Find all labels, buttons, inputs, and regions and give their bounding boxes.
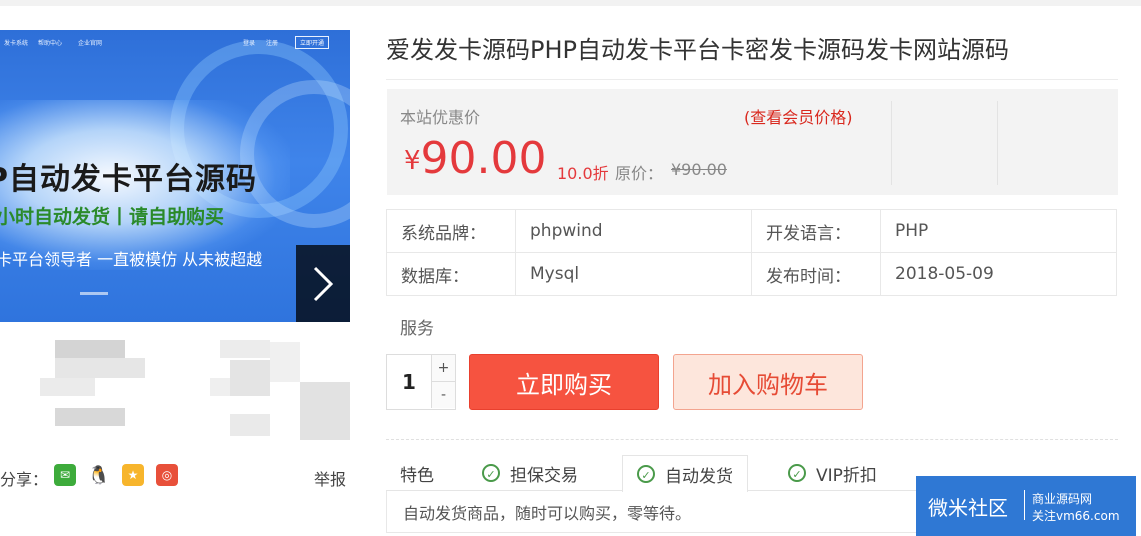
check-circle-icon: ✓ bbox=[637, 465, 655, 483]
watermark-line: 商业源码网 bbox=[1032, 492, 1093, 506]
thumbnail-blur bbox=[55, 408, 125, 426]
thumbnail-blur bbox=[230, 414, 270, 436]
quantity-minus-button[interactable]: - bbox=[431, 382, 455, 408]
tab-auto-delivery[interactable]: ✓ 自动发货 bbox=[622, 455, 748, 492]
thumbnail-blur bbox=[300, 382, 350, 440]
price-label: 本站优惠价 bbox=[400, 108, 481, 127]
price-box: 本站优惠价 (查看会员价格) ¥90.00 10.0折 原价： ¥90.00 bbox=[387, 89, 1118, 195]
watermark-line: 关注vm66.com bbox=[1032, 509, 1120, 523]
spec-value: phpwind bbox=[515, 209, 752, 253]
original-price-value: ¥90.00 bbox=[671, 160, 727, 179]
tab-label: 自动发货 bbox=[665, 466, 733, 487]
tab-guarantee[interactable]: ✓ 担保交易 bbox=[482, 455, 578, 491]
quantity-stepper[interactable]: 1 + - bbox=[386, 354, 456, 410]
thumbnail-blur bbox=[40, 378, 95, 396]
member-price-link[interactable]: (查看会员价格) bbox=[744, 104, 853, 128]
check-circle-icon: ✓ bbox=[482, 464, 500, 482]
quantity-plus-button[interactable]: + bbox=[431, 355, 455, 382]
banner-nav-item: 登录 bbox=[243, 40, 256, 47]
spec-value: 2018-05-09 bbox=[880, 252, 1117, 296]
discount-badge: 10.0折 bbox=[557, 164, 609, 183]
thumbnail-strip[interactable] bbox=[0, 322, 350, 442]
thumbnail-blur bbox=[230, 360, 270, 396]
thumbnail-blur bbox=[270, 342, 300, 382]
tab-label: VIP折扣 bbox=[816, 465, 877, 486]
divider bbox=[1024, 490, 1025, 520]
spec-key: 系统品牌： bbox=[386, 209, 516, 253]
banner-tagline: 卡平台领导者 一直被模仿 从未被超越 bbox=[0, 250, 263, 269]
banner-nav-item: 帮助中心 bbox=[38, 40, 63, 47]
tab-vip-discount[interactable]: ✓ VIP折扣 bbox=[788, 455, 877, 491]
divider bbox=[891, 101, 892, 185]
watermark-brand: 微米社区 bbox=[928, 496, 1008, 520]
table-row: 数据库： Mysql 发布时间： 2018-05-09 bbox=[386, 252, 1117, 296]
divider bbox=[386, 79, 1118, 80]
tab-label: 担保交易 bbox=[510, 465, 578, 486]
service-label: 服务 bbox=[400, 319, 434, 339]
price-value: ¥90.00 bbox=[404, 133, 547, 184]
banner-nav-item: 企业官网 bbox=[78, 40, 103, 47]
spec-key: 发布时间： bbox=[751, 252, 881, 296]
buy-now-button[interactable]: 立即购买 bbox=[469, 354, 659, 410]
tab-lead-label: 特色 bbox=[400, 465, 434, 486]
currency-symbol: ¥ bbox=[404, 146, 421, 176]
top-strip bbox=[0, 0, 1141, 6]
divider bbox=[997, 101, 998, 185]
qzone-icon[interactable]: ★ bbox=[122, 464, 144, 486]
share-row: 分享： ✉ 🐧 ★ ◎ 举报 bbox=[0, 464, 350, 490]
spec-value: PHP bbox=[880, 209, 1117, 253]
add-to-cart-button[interactable]: 加入购物车 bbox=[673, 354, 863, 410]
qq-icon[interactable]: 🐧 bbox=[88, 464, 110, 486]
divider bbox=[386, 439, 1118, 440]
banner-subline: 小时自动发货丨请自助购买 bbox=[0, 206, 225, 228]
banner-nav-button: 立即开通 bbox=[295, 36, 330, 49]
original-price-label: 原价： bbox=[615, 164, 664, 183]
product-image-main[interactable]: 发卡系统 帮助中心 企业官网 登录 注册 立即开通 P自动发卡平台源码 小时自动… bbox=[0, 30, 350, 322]
spec-key: 开发语言： bbox=[751, 209, 881, 253]
wechat-icon[interactable]: ✉ bbox=[54, 464, 76, 486]
banner-nav-item: 注册 bbox=[266, 40, 279, 47]
thumbnail-blur bbox=[55, 358, 145, 378]
share-label: 分享： bbox=[0, 470, 49, 489]
check-circle-icon: ✓ bbox=[788, 464, 806, 482]
spec-key: 数据库： bbox=[386, 252, 516, 296]
spec-table: 系统品牌： phpwind 开发语言： PHP 数据库： Mysql 发布时间：… bbox=[386, 209, 1117, 296]
banner-dots bbox=[80, 292, 108, 295]
weibo-icon[interactable]: ◎ bbox=[156, 464, 178, 486]
quantity-input[interactable]: 1 bbox=[387, 355, 431, 409]
banner-headline: P自动发卡平台源码 bbox=[0, 162, 257, 197]
thumbnail-blur bbox=[220, 340, 270, 358]
spec-value: Mysql bbox=[515, 252, 752, 296]
table-row: 系统品牌： phpwind 开发语言： PHP bbox=[386, 209, 1117, 253]
chevron-right-icon[interactable] bbox=[296, 245, 350, 322]
watermark-badge: 微米社区 商业源码网 关注vm66.com bbox=[916, 476, 1136, 536]
thumbnail-blur bbox=[55, 340, 125, 358]
product-title: 爱发发卡源码PHP自动发卡平台卡密发卡源码发卡网站源码 bbox=[386, 36, 1009, 64]
report-link[interactable]: 举报 bbox=[314, 466, 346, 490]
thumbnail-blur bbox=[210, 378, 230, 396]
price-number: 90.00 bbox=[420, 133, 547, 184]
banner-nav-item: 发卡系统 bbox=[4, 40, 29, 47]
